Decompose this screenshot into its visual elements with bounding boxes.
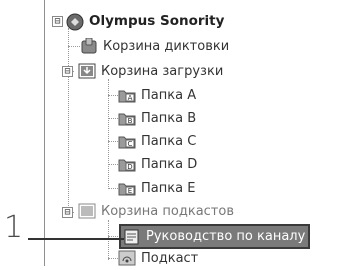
tree-item-label: Папка D: [141, 156, 198, 172]
tree-line: [68, 46, 80, 47]
tree-item-label: Корзина диктовки: [103, 38, 230, 54]
tree-line: [108, 188, 118, 189]
tree-item-folder-e[interactable]: E Папка E: [118, 178, 195, 198]
tree-line: [108, 95, 118, 96]
folder-letter: C: [128, 140, 133, 148]
folder-letter: D: [127, 163, 132, 171]
tree-item-label: Руководство по каналу: [146, 229, 306, 244]
download-tray-collapse-toggle[interactable]: ⊟: [62, 66, 73, 77]
callout-line: [28, 238, 124, 240]
tree-item-dictation-tray[interactable]: Корзина диктовки: [80, 36, 229, 56]
tree-item-label: Корзина загрузки: [101, 63, 224, 79]
tree-item-channel-guide[interactable]: Руководство по каналу: [118, 224, 311, 249]
tree-item-folder-a[interactable]: A Папка A: [118, 85, 196, 105]
olympus-logo-icon: [66, 13, 84, 31]
tree-item-folder-c[interactable]: C Папка C: [118, 131, 196, 151]
tree-item-download-tray[interactable]: Корзина загрузки: [78, 61, 223, 81]
tree-line: [108, 141, 118, 142]
folder-letter: B: [128, 117, 133, 125]
root-collapse-toggle[interactable]: ⊟: [52, 16, 63, 27]
tree-item-podcast-tray[interactable]: Корзина подкастов: [78, 201, 234, 221]
tree-item-label: Папка C: [141, 133, 197, 149]
dictation-tray-icon: [80, 37, 98, 54]
podcast-tray-collapse-toggle[interactable]: ⊟: [62, 207, 73, 218]
tree-item-folder-b[interactable]: B Папка B: [118, 108, 196, 128]
tree-root-label: Olympus Sonority: [89, 13, 225, 29]
tree-item-label: Папка B: [141, 110, 197, 126]
tree-line: [108, 118, 118, 119]
folder-b-icon: B: [118, 110, 136, 126]
folder-a-icon: A: [118, 87, 136, 103]
tree-item-label: Папка E: [141, 180, 196, 196]
tree-line: [108, 258, 118, 259]
tree-line: [108, 220, 109, 260]
folder-letter: E: [128, 187, 132, 195]
folder-e-icon: E: [118, 180, 136, 196]
folder-letter: A: [128, 94, 133, 102]
tree-item-label: Корзина подкастов: [101, 203, 234, 219]
tree-root-olympus-sonority[interactable]: Olympus Sonority: [66, 11, 224, 31]
channel-guide-icon: [123, 229, 141, 245]
tree-item-label: Папка A: [141, 87, 197, 103]
tree-item-folder-d[interactable]: D Папка D: [118, 154, 197, 174]
download-tray-icon: [78, 63, 96, 79]
callout-number: 1: [4, 210, 24, 245]
tree-item-label: Подкаст: [141, 250, 199, 266]
folder-d-icon: D: [118, 156, 136, 172]
folder-c-icon: C: [118, 133, 136, 149]
podcast-icon: [118, 250, 136, 266]
podcast-tray-icon: [78, 203, 96, 219]
tree-line: [68, 28, 69, 214]
tree-line: [108, 236, 118, 237]
tree-item-podcast[interactable]: Подкаст: [118, 248, 198, 268]
tree-line: [108, 164, 118, 165]
